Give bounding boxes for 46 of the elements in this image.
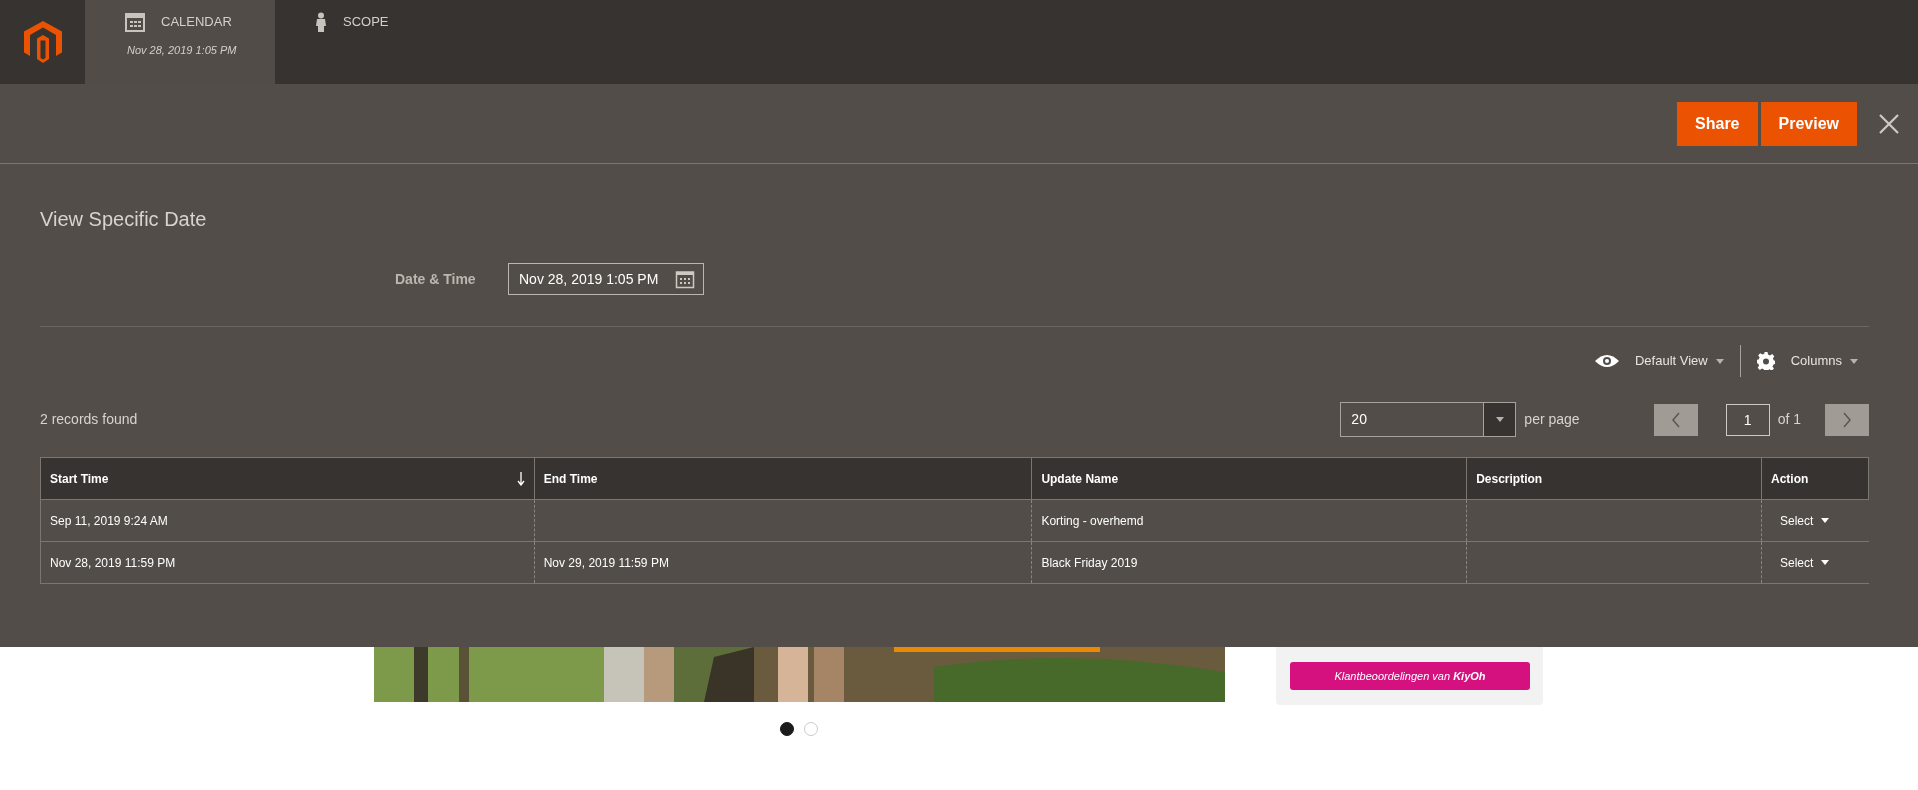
carousel-dot[interactable] [780,722,794,736]
caret-icon [1715,358,1724,364]
table-cell: Korting - overhemd [1041,513,1144,528]
table-cell: Sep 11, 2019 9:24 AM [50,513,168,528]
column-header[interactable]: Start Time [40,457,535,500]
caret-icon [1495,417,1504,422]
action-button[interactable]: Share [1677,101,1758,146]
previous-page-button[interactable] [1653,403,1698,436]
caret-icon [1850,358,1858,364]
chevron-right-icon [1842,411,1852,428]
caret-icon [1821,518,1830,523]
gear-icon [1756,352,1775,370]
section-title: View Specific Date [40,207,208,232]
table-cell: Black Friday 2019 [1041,555,1138,570]
table-cell: Nov 29, 2019 11:59 PM [543,555,669,570]
column-header[interactable]: End Time [534,457,1032,500]
header-tab[interactable]: SCOPE [275,0,465,84]
date-field[interactable]: Nov 28, 2019 1:05 PM [508,263,704,295]
calendar-icon[interactable] [675,269,695,289]
per-page-select[interactable]: 20 [1340,402,1517,437]
page-field[interactable]: 1 [1725,403,1770,436]
person-icon [315,12,327,32]
columns-dropdown[interactable]: Columns [1756,351,1858,371]
tab-date: Nov 28, 2019 1:05 PM [127,43,237,58]
column-header[interactable]: Description [1466,457,1762,500]
page-count: of 1 [1777,410,1801,429]
logo-icon[interactable] [23,21,62,63]
view-dropdown[interactable]: Default View [1594,351,1724,371]
caret-icon [1821,560,1830,565]
review-button[interactable]: Klantbeoordelingen van KiyOh [1290,662,1530,690]
per-page-label: per page [1524,410,1580,429]
next-page-button[interactable] [1825,403,1869,436]
calendar-icon [125,12,145,32]
header-tab[interactable]: CALENDAR Nov 28, 2019 1:05 PM [85,0,275,84]
action-button[interactable]: Preview [1760,101,1857,146]
select-dropdown[interactable]: Select [1780,511,1830,530]
eye-icon [1594,354,1619,368]
chevron-left-icon [1670,411,1681,428]
table-cell: Nov 28, 2019 11:59 PM [50,555,176,570]
column-header[interactable]: Update Name [1031,457,1467,500]
records-count: 2 records found [40,410,138,429]
tab-label: SCOPE [343,13,389,32]
column-header[interactable]: Action [1761,457,1869,500]
select-dropdown[interactable]: Select [1780,553,1830,572]
field-label: Date & Time [395,269,477,289]
tab-label: CALENDAR [161,13,232,32]
